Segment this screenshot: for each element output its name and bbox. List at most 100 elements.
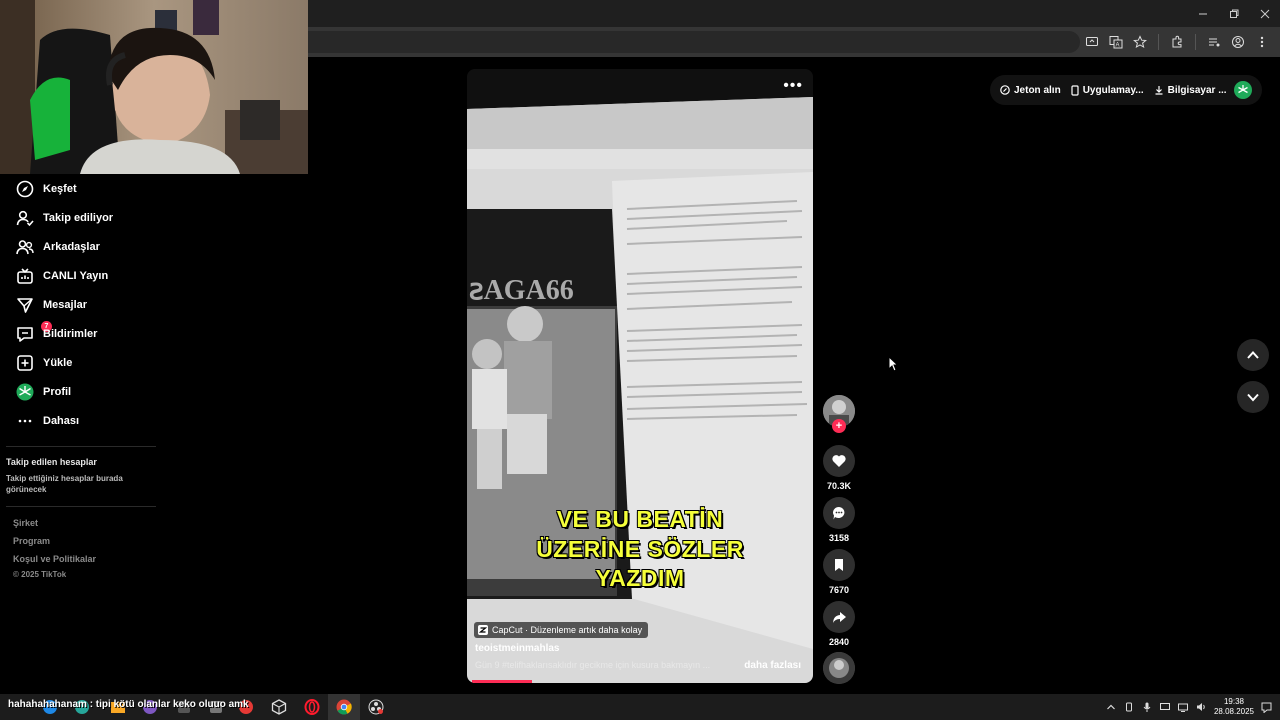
capcut-tag[interactable]: CapCut · Düzenleme artık daha kolay — [474, 622, 649, 638]
sidebar-item-live[interactable]: CANLI Yayın — [0, 261, 160, 290]
save-button[interactable] — [823, 549, 855, 581]
svg-text:A: A — [1116, 43, 1120, 49]
share-count: 2840 — [828, 637, 850, 647]
comment-icon — [833, 507, 845, 520]
share-icon — [833, 612, 846, 623]
desktop-app-label: Bilgisayar ... — [1167, 84, 1227, 96]
comment-button[interactable] — [823, 497, 855, 529]
music-disc[interactable] — [823, 652, 855, 684]
desktop-app-button[interactable]: Bilgisayar ... — [1154, 85, 1227, 96]
video-player[interactable]: ꙅAGA66 ••• VE BU BEATİN ÜZERİNE SÖZLER Y… — [467, 69, 813, 683]
share-button[interactable] — [823, 601, 855, 633]
restore-icon[interactable] — [1218, 0, 1249, 27]
previous-video-button[interactable] — [1237, 339, 1269, 371]
caption-line: YAZDIM — [595, 565, 685, 591]
bookmark-star-icon[interactable] — [1130, 32, 1150, 52]
see-more-link[interactable]: daha fazlası — [744, 660, 801, 671]
sidebar-item-friends[interactable]: Arkadaşlar — [0, 232, 160, 261]
volume-icon[interactable] — [1196, 702, 1207, 713]
sidebar-item-messages[interactable]: Mesajlar — [0, 290, 160, 319]
network-icon[interactable] — [1178, 702, 1189, 713]
sidebar-item-label: Arkadaşlar — [43, 240, 100, 253]
display-icon[interactable] — [1160, 702, 1171, 713]
sidebar-item-label: Dahası — [43, 414, 80, 427]
media-icon[interactable] — [1204, 32, 1224, 52]
download-icon — [1155, 86, 1163, 95]
upload-icon — [15, 353, 35, 373]
sidebar-nav: Keşfet Takip ediliyor Arkadaşlar CANLI Y… — [0, 174, 160, 694]
chevron-down-icon — [1247, 393, 1259, 402]
address-bar[interactable] — [200, 31, 1080, 53]
sidebar-item-label: Mesajlar — [43, 298, 88, 311]
clock-time: 19:38 — [1223, 697, 1244, 706]
following-accounts-desc: Takip ettiğiniz hesaplar burada görünece… — [6, 474, 123, 494]
notifications-icon: 7 — [15, 320, 52, 344]
chat-ticker: hahahahahanam : tipi kötü olanlar keko o… — [8, 699, 249, 710]
system-clock[interactable]: 19:38 28.08.2025 — [1214, 697, 1254, 717]
sidebar-item-label: Keşfet — [43, 182, 77, 195]
user-avatar-icon[interactable] — [1234, 81, 1252, 99]
sidebar-item-more[interactable]: Dahası — [0, 406, 160, 435]
webcam-overlay — [0, 0, 308, 174]
usb-icon[interactable] — [1124, 702, 1135, 713]
close-icon[interactable] — [1249, 0, 1280, 27]
sidebar-item-notifications[interactable]: 7 Bildirimler — [0, 319, 160, 348]
sidebar-item-label: Profil — [43, 385, 72, 398]
video-author[interactable]: teoistmeinmahlas — [475, 643, 559, 654]
sidebar-item-label: Takip ediliyor — [43, 211, 114, 224]
get-app-button[interactable]: Uygulamay... — [1071, 85, 1144, 96]
window-controls — [1187, 0, 1280, 27]
following-accounts-title: Takip edilen hesaplar — [6, 457, 97, 467]
capcut-tag-label: CapCut · Düzenleme artık daha kolay — [492, 625, 643, 635]
minimize-icon[interactable] — [1187, 0, 1218, 27]
profile-avatar-icon — [15, 382, 35, 402]
notification-center-icon[interactable] — [1261, 702, 1272, 713]
header-actions: Jeton alın Uygulamay... Bilgisayar ... — [990, 75, 1262, 105]
clock-date: 28.08.2025 — [1213, 707, 1254, 716]
sidebar-item-label: Yükle — [43, 356, 73, 369]
capcut-icon — [478, 625, 488, 635]
cast-icon[interactable] — [1082, 32, 1102, 52]
like-button[interactable] — [823, 445, 855, 477]
like-count: 70.3K — [826, 481, 852, 491]
mouse-cursor-icon — [888, 356, 898, 372]
sidebar-item-upload[interactable]: Yükle — [0, 348, 160, 377]
heart-icon — [832, 455, 846, 467]
chrome-icon[interactable] — [334, 697, 354, 717]
menu-icon[interactable] — [1252, 32, 1272, 52]
follow-plus-icon[interactable]: + — [832, 419, 846, 433]
phone-icon — [1071, 84, 1079, 96]
sidebar-item-following[interactable]: Takip ediliyor — [0, 203, 160, 232]
video-more-icon[interactable]: ••• — [783, 77, 803, 95]
sidebar-item-explore[interactable]: Keşfet — [0, 174, 160, 203]
next-video-button[interactable] — [1237, 381, 1269, 413]
friends-icon — [15, 237, 35, 257]
system-tray: 19:38 28.08.2025 — [1106, 694, 1272, 720]
unity-icon[interactable] — [269, 697, 289, 717]
sidebar-item-profile[interactable]: Profil — [0, 377, 160, 406]
obs-icon[interactable] — [366, 697, 386, 717]
chevron-up-icon[interactable] — [1106, 702, 1117, 713]
footer-link-company[interactable]: Şirket — [13, 518, 38, 528]
toolbar-separator — [1158, 34, 1159, 50]
microphone-icon[interactable] — [1142, 702, 1153, 713]
video-description: Gün 9 #telifhaklarısaklıdır gecikme için… — [475, 660, 711, 670]
extensions-icon[interactable] — [1167, 32, 1187, 52]
opera-icon[interactable] — [302, 697, 322, 717]
get-coins-button[interactable]: Jeton alın — [1000, 85, 1061, 96]
comment-count: 3158 — [828, 533, 850, 543]
translate-icon[interactable]: A — [1106, 32, 1126, 52]
get-app-label: Uygulamay... — [1082, 84, 1144, 96]
footer-link-program[interactable]: Program — [13, 536, 50, 546]
webcam-image — [0, 0, 308, 174]
sidebar-divider — [6, 446, 156, 447]
save-count: 7670 — [828, 585, 850, 595]
taskbar: hahahahahanam : tipi kötü olanlar keko o… — [0, 694, 1280, 720]
chevron-up-icon — [1247, 351, 1259, 359]
footer-link-terms[interactable]: Koşul ve Politikalar — [13, 554, 96, 564]
live-icon — [15, 266, 35, 286]
copyright-text: © 2025 TikTok — [13, 570, 67, 579]
video-progress-bar[interactable] — [472, 680, 533, 683]
profile-icon[interactable] — [1228, 32, 1248, 52]
messages-icon — [15, 295, 35, 315]
